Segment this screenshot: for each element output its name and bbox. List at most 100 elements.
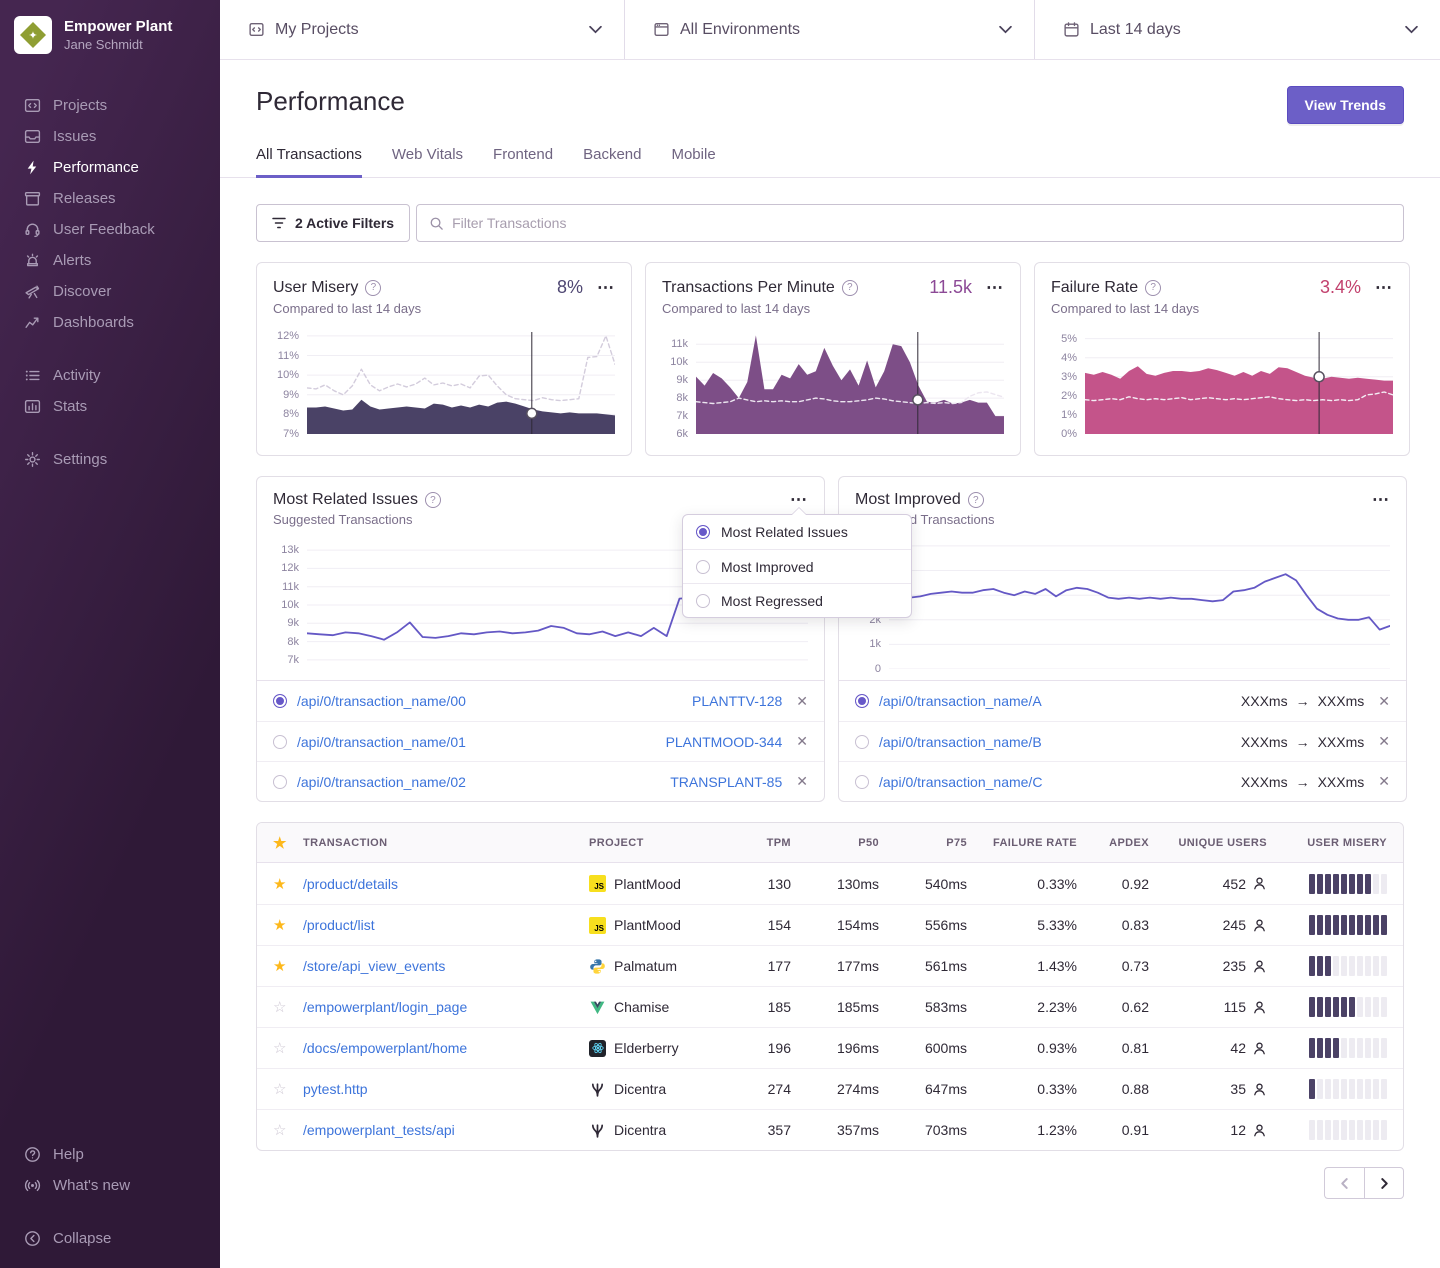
- tab-mobile[interactable]: Mobile: [671, 146, 715, 178]
- card-title: Most Related Issues: [273, 491, 418, 509]
- pagination: [256, 1167, 1404, 1199]
- tab-frontend[interactable]: Frontend: [493, 146, 553, 178]
- org-switcher[interactable]: ✦ Empower Plant Jane Schmidt: [0, 0, 220, 64]
- overflow-menu-icon[interactable]: ⋯: [790, 495, 808, 505]
- close-icon[interactable]: ✕: [796, 733, 808, 750]
- star-icon[interactable]: ★: [257, 875, 297, 893]
- transaction-link[interactable]: /empowerplant_tests/api: [303, 1122, 455, 1138]
- help-icon[interactable]: ?: [365, 280, 381, 296]
- window-icon: [653, 21, 670, 38]
- overflow-menu-icon[interactable]: ⋯: [597, 283, 615, 293]
- dicentra-icon: [589, 1122, 606, 1139]
- search-box: [416, 204, 1404, 242]
- issue-link[interactable]: PLANTMOOD-344: [666, 734, 783, 750]
- previous-page-button[interactable]: [1324, 1167, 1364, 1199]
- react-icon: [589, 1040, 606, 1057]
- overflow-menu-icon[interactable]: ⋯: [1375, 283, 1393, 293]
- sidebar-item-alerts[interactable]: Alerts: [0, 245, 220, 276]
- y-axis: 13k12k11k10k9k8k7k: [273, 541, 307, 669]
- sidebar-item-releases[interactable]: Releases: [0, 183, 220, 214]
- help-icon[interactable]: ?: [1145, 280, 1161, 296]
- sidebar-collapse-button[interactable]: Collapse: [0, 1223, 220, 1254]
- tab-backend[interactable]: Backend: [583, 146, 641, 178]
- help-icon[interactable]: ?: [425, 492, 441, 508]
- transaction-link[interactable]: /api/0/transaction_name/01: [297, 734, 466, 750]
- sidebar-item-issues[interactable]: Issues: [0, 121, 220, 152]
- chevron-down-icon: [1405, 25, 1418, 34]
- sidebar-item-stats[interactable]: Stats: [0, 391, 220, 422]
- sidebar-item-projects[interactable]: Projects: [0, 90, 220, 121]
- help-icon[interactable]: ?: [842, 280, 858, 296]
- star-icon[interactable]: ★: [257, 957, 297, 975]
- transaction-link[interactable]: /api/0/transaction_name/02: [297, 774, 466, 790]
- star-icon[interactable]: ★: [257, 834, 297, 852]
- date-range-selector[interactable]: Last 14 days: [1035, 0, 1440, 59]
- transactions-table: ★ TRANSACTION PROJECT TPM P50 P75 FAILUR…: [256, 822, 1404, 1151]
- star-icon[interactable]: ☆: [257, 1080, 297, 1098]
- tab-all-transactions[interactable]: All Transactions: [256, 146, 362, 178]
- help-icon[interactable]: ?: [968, 492, 984, 508]
- radio-unselected[interactable]: [855, 775, 869, 789]
- transaction-link[interactable]: /api/0/transaction_name/C: [879, 774, 1042, 790]
- issue-link[interactable]: TRANSPLANT-85: [670, 774, 782, 790]
- sidebar-item-whats-new[interactable]: What's new: [0, 1170, 220, 1201]
- radio-unselected[interactable]: [273, 775, 287, 789]
- transaction-link[interactable]: /store/api_view_events: [303, 958, 445, 974]
- close-icon[interactable]: ✕: [1378, 733, 1390, 750]
- user-icon: [1252, 1123, 1267, 1138]
- tab-web-vitals[interactable]: Web Vitals: [392, 146, 463, 178]
- sidebar-item-user-feedback[interactable]: User Feedback: [0, 214, 220, 245]
- transaction-link[interactable]: /product/details: [303, 876, 398, 892]
- transaction-link[interactable]: /api/0/transaction_name/A: [879, 693, 1042, 709]
- p50-cell: 357ms: [797, 1122, 885, 1138]
- star-icon[interactable]: ★: [257, 916, 297, 934]
- close-icon[interactable]: ✕: [1378, 773, 1390, 790]
- close-icon[interactable]: ✕: [796, 773, 808, 790]
- overflow-menu-icon[interactable]: ⋯: [986, 283, 1004, 293]
- close-icon[interactable]: ✕: [796, 693, 808, 710]
- transaction-link[interactable]: /empowerplant/login_page: [303, 999, 467, 1015]
- star-icon[interactable]: ☆: [257, 1039, 297, 1057]
- next-page-button[interactable]: [1364, 1167, 1404, 1199]
- org-name: Empower Plant: [64, 18, 172, 37]
- p75-cell: 540ms: [885, 876, 973, 892]
- sidebar-item-dashboards[interactable]: Dashboards: [0, 307, 220, 338]
- menu-option-most-improved[interactable]: Most Improved: [683, 549, 911, 583]
- radio-unselected[interactable]: [273, 735, 287, 749]
- user-misery-bars: [1273, 1079, 1403, 1099]
- tpm-card: Transactions Per Minute? 11.5k ⋯ Compare…: [645, 262, 1021, 456]
- search-input[interactable]: [452, 215, 1391, 231]
- star-icon[interactable]: ☆: [257, 1121, 297, 1139]
- projects-icon: [24, 97, 41, 114]
- star-icon[interactable]: ☆: [257, 998, 297, 1016]
- failure-rate-value: 3.4%: [1320, 277, 1361, 298]
- tpm-cell: 274: [733, 1081, 797, 1097]
- sidebar-item-discover[interactable]: Discover: [0, 276, 220, 307]
- view-trends-button[interactable]: View Trends: [1287, 86, 1404, 124]
- close-icon[interactable]: ✕: [1378, 693, 1390, 710]
- environment-selector[interactable]: All Environments: [625, 0, 1035, 59]
- transaction-link[interactable]: /api/0/transaction_name/00: [297, 693, 466, 709]
- menu-option-most-regressed[interactable]: Most Regressed: [683, 583, 911, 617]
- transaction-link[interactable]: /api/0/transaction_name/B: [879, 734, 1042, 750]
- project-cell: JSPlantMood: [583, 875, 733, 892]
- transaction-link[interactable]: /docs/empowerplant/home: [303, 1040, 467, 1056]
- failure-rate-chart: [1085, 330, 1393, 439]
- overflow-menu-icon[interactable]: ⋯: [1372, 495, 1390, 505]
- radio-selected[interactable]: [855, 694, 869, 708]
- radio-selected[interactable]: [273, 694, 287, 708]
- sidebar-item-activity[interactable]: Activity: [0, 360, 220, 391]
- menu-option-most-related-issues[interactable]: Most Related Issues: [683, 515, 911, 549]
- transaction-link[interactable]: /product/list: [303, 917, 375, 933]
- sidebar-item-settings[interactable]: Settings: [0, 444, 220, 475]
- issue-link[interactable]: PLANTTV-128: [692, 693, 782, 709]
- transaction-link[interactable]: pytest.http: [303, 1081, 368, 1097]
- sidebar-item-help[interactable]: Help: [0, 1139, 220, 1170]
- active-filters-button[interactable]: 2 Active Filters: [256, 204, 410, 242]
- user-misery-bars: [1273, 1120, 1403, 1140]
- project-selector[interactable]: My Projects: [220, 0, 625, 59]
- sidebar-item-performance[interactable]: Performance: [0, 152, 220, 183]
- most-improved-card: Most Improved? ⋯ Suggested Transactions …: [838, 476, 1407, 802]
- radio-unselected[interactable]: [855, 735, 869, 749]
- project-name: Palmatum: [614, 958, 677, 974]
